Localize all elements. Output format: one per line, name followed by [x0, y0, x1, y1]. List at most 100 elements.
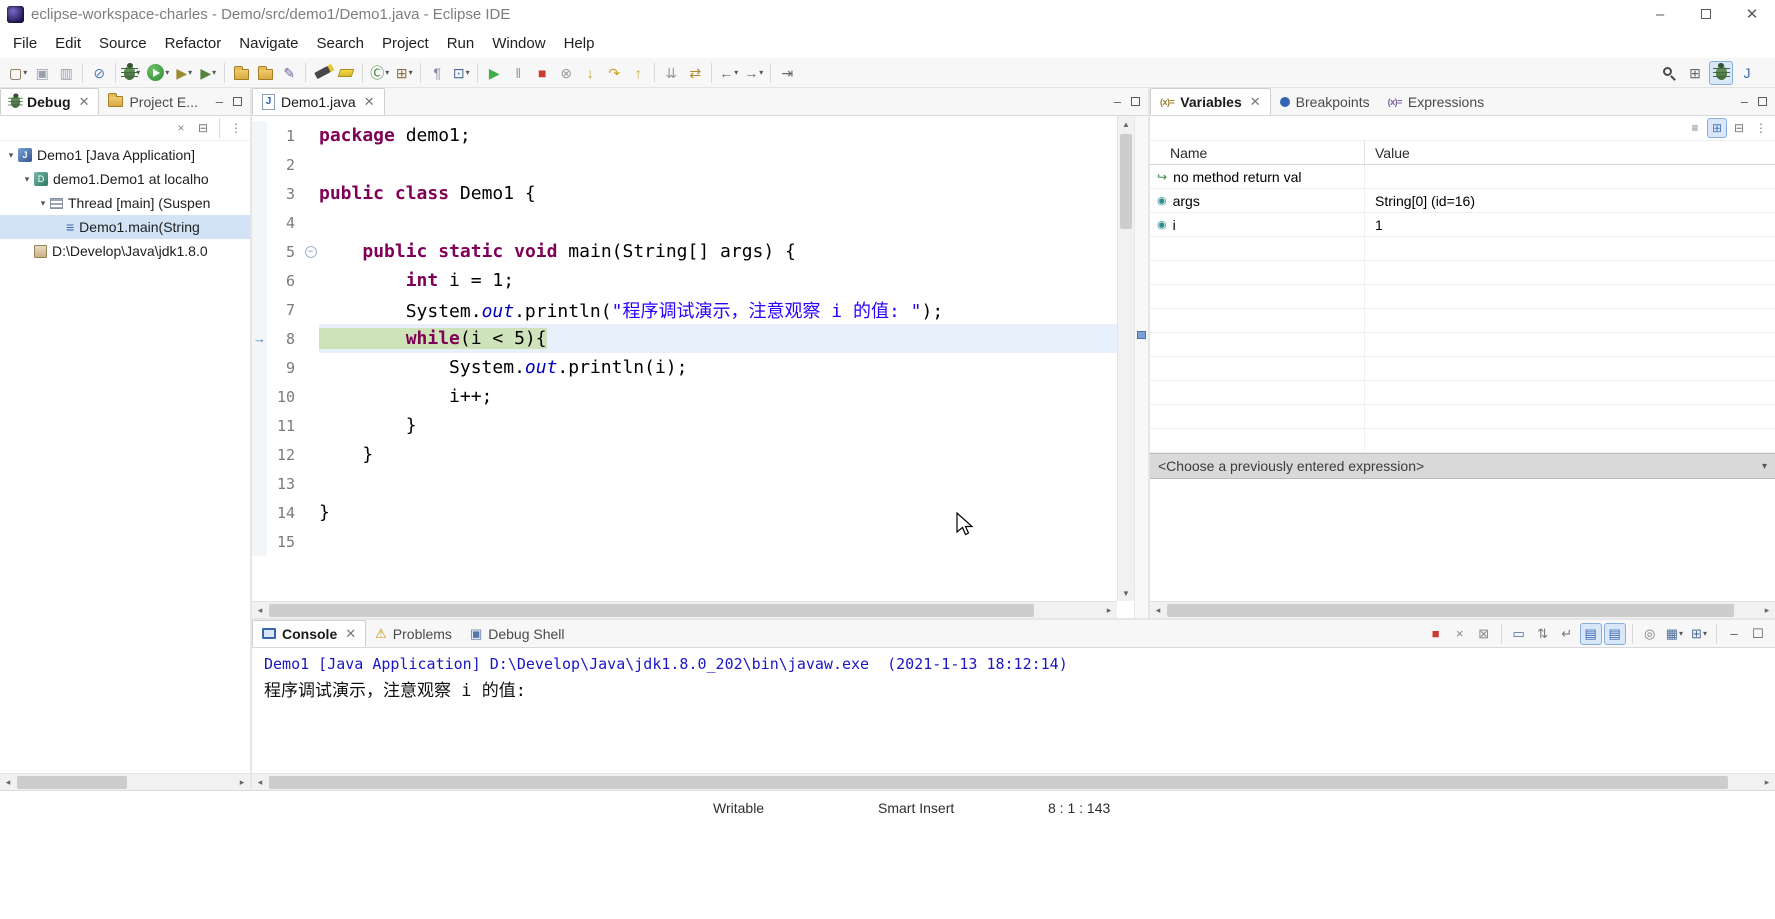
editor-hscrollbar[interactable]: ◂ ▸ — [252, 601, 1117, 618]
debug-button[interactable]: ▾ — [120, 61, 144, 85]
menu-window[interactable]: Window — [483, 28, 554, 58]
terminate-console-button[interactable]: ■ — [1425, 623, 1447, 645]
quick-access-search-button[interactable] — [1657, 61, 1681, 85]
maximize-variables-icon[interactable] — [1758, 97, 1767, 106]
toggle-mark-occurrences-button[interactable] — [334, 61, 358, 85]
tab-demo1-java[interactable]: J Demo1.java ✕ — [252, 88, 385, 115]
scroll-right-icon[interactable]: ▸ — [234, 777, 250, 788]
pin-console-button[interactable]: ◎ — [1639, 623, 1661, 645]
annotation-ruler-cell[interactable] — [252, 469, 267, 498]
annotation-ruler-cell[interactable] — [252, 237, 267, 266]
menu-run[interactable]: Run — [438, 28, 484, 58]
scroll-left-icon[interactable]: ◂ — [252, 777, 268, 788]
annotation-ruler-cell[interactable] — [252, 353, 267, 382]
coverage-button[interactable]: ▶▾ — [172, 61, 196, 85]
debug-tree-item[interactable]: ▾JDemo1 [Java Application] — [0, 143, 250, 167]
tab-debug-shell[interactable]: ▣ Debug Shell — [461, 620, 574, 647]
tab-debug-close-icon[interactable]: ✕ — [79, 94, 90, 110]
scroll-left-icon[interactable]: ◂ — [1150, 605, 1166, 616]
drop-to-frame-button[interactable]: ⇊ — [659, 61, 683, 85]
new-button[interactable]: ▢▾ — [6, 61, 30, 85]
menu-refactor[interactable]: Refactor — [156, 28, 231, 58]
expression-input-bar[interactable]: <Choose a previously entered expression>… — [1150, 453, 1775, 479]
menu-navigate[interactable]: Navigate — [230, 28, 307, 58]
forward-button[interactable]: →▾ — [741, 61, 766, 85]
save-all-button[interactable]: ▥ — [54, 61, 78, 85]
scroll-left-icon[interactable]: ◂ — [0, 777, 16, 788]
scroll-thumb[interactable] — [269, 776, 1728, 789]
scroll-up-icon[interactable]: ▲ — [1118, 116, 1134, 132]
menu-search[interactable]: Search — [307, 28, 373, 58]
scroll-right-icon[interactable]: ▸ — [1101, 605, 1117, 616]
collapse-all-debug-button[interactable]: ⊟ — [193, 118, 213, 138]
new-java-class-button[interactable]: Ⓒ▾ — [367, 61, 392, 85]
tab-project-explorer[interactable]: Project E... — [99, 88, 206, 115]
current-line-marker[interactable] — [1137, 331, 1146, 339]
save-button[interactable]: ▣ — [30, 61, 54, 85]
maximize-console-button[interactable]: ☐ — [1747, 623, 1769, 645]
show-type-names-button[interactable]: ≡ — [1685, 118, 1705, 138]
annotation-ruler-cell[interactable] — [252, 440, 267, 469]
clear-console-button[interactable]: ▭ — [1508, 623, 1530, 645]
tab-debug[interactable]: Debug ✕ — [0, 88, 99, 115]
minimize-variables-icon[interactable]: – — [1741, 94, 1748, 109]
menu-project[interactable]: Project — [373, 28, 438, 58]
tree-expand-icon[interactable]: ▾ — [4, 150, 18, 161]
display-selected-console-button[interactable]: ▦▾ — [1663, 623, 1686, 645]
annotation-ruler-cell[interactable] — [252, 295, 267, 324]
maximize-button[interactable] — [1683, 0, 1729, 28]
tab-demo1-java-close-icon[interactable]: ✕ — [364, 94, 375, 110]
run-external-tools-button[interactable]: ▶▾ — [196, 61, 220, 85]
show-logical-structures-button[interactable]: ⊞ — [1707, 118, 1727, 138]
terminate-button[interactable]: ■ — [530, 61, 554, 85]
debug-tree-item[interactable]: ≡Demo1.main(String — [0, 215, 250, 239]
minimize-console-button[interactable]: – — [1723, 623, 1745, 645]
debug-perspective-button[interactable] — [1709, 61, 1733, 85]
tab-expressions[interactable]: (x)= Expressions — [1379, 88, 1494, 115]
remove-launch-button[interactable]: × — [1449, 623, 1471, 645]
annotation-ruler-cell[interactable]: → — [252, 324, 267, 353]
java-perspective-button[interactable]: J — [1735, 61, 1759, 85]
annotation-ruler-cell[interactable] — [252, 382, 267, 411]
scroll-thumb[interactable] — [17, 776, 127, 789]
tree-expand-icon[interactable]: ▾ — [36, 198, 50, 209]
debug-tree-item[interactable]: ▾Ddemo1.Demo1 at localho — [0, 167, 250, 191]
collapse-all-variables-button[interactable]: ⊟ — [1729, 118, 1749, 138]
menu-help[interactable]: Help — [555, 28, 604, 58]
annotation-ruler-cell[interactable] — [252, 266, 267, 295]
scroll-right-icon[interactable]: ▸ — [1759, 777, 1775, 788]
annotation-ruler-cell[interactable] — [252, 208, 267, 237]
show-whitespace-button[interactable]: ¶ — [425, 61, 449, 85]
step-return-button[interactable]: ↑ — [626, 61, 650, 85]
scroll-lock-button[interactable]: ⇅ — [1532, 623, 1554, 645]
link-with-editor-button[interactable]: ⇥ — [775, 61, 799, 85]
tab-variables[interactable]: (x)= Variables ✕ — [1150, 88, 1271, 115]
console-hscrollbar[interactable]: ◂ ▸ — [252, 773, 1775, 790]
resume-button[interactable]: ▶ — [482, 61, 506, 85]
variable-row[interactable]: ◉i1 — [1150, 213, 1775, 237]
column-header-value[interactable]: Value — [1365, 141, 1775, 164]
open-type-button[interactable] — [229, 61, 253, 85]
minimize-editor-icon[interactable]: – — [1114, 94, 1121, 109]
minimize-view-icon[interactable]: – — [216, 94, 223, 109]
annotation-ruler-cell[interactable] — [252, 498, 267, 527]
scroll-thumb[interactable] — [269, 604, 1034, 617]
console-output[interactable]: Demo1 [Java Application] D:\Develop\Java… — [252, 648, 1775, 773]
scroll-thumb[interactable] — [1120, 134, 1132, 229]
maximize-view-icon[interactable] — [233, 97, 242, 106]
debug-view-menu-button[interactable]: ⋮ — [226, 118, 246, 138]
step-into-button[interactable]: ↓ — [578, 61, 602, 85]
step-over-button[interactable]: ↷ — [602, 61, 626, 85]
variable-row[interactable]: ◉argsString[0] (id=16) — [1150, 189, 1775, 213]
disconnect-button[interactable]: ⊗ — [554, 61, 578, 85]
menu-edit[interactable]: Edit — [46, 28, 90, 58]
debug-view-hscrollbar[interactable]: ◂ ▸ — [0, 773, 250, 790]
annotation-ruler-cell[interactable] — [252, 150, 267, 179]
annotate-button[interactable]: ✎ — [277, 61, 301, 85]
overview-ruler[interactable] — [1134, 116, 1148, 618]
annotation-ruler-cell[interactable] — [252, 411, 267, 440]
open-resource-button[interactable] — [253, 61, 277, 85]
variables-view-menu-button[interactable]: ⋮ — [1751, 118, 1771, 138]
tab-problems[interactable]: ⚠ Problems — [366, 620, 461, 647]
scroll-right-icon[interactable]: ▸ — [1759, 605, 1775, 616]
